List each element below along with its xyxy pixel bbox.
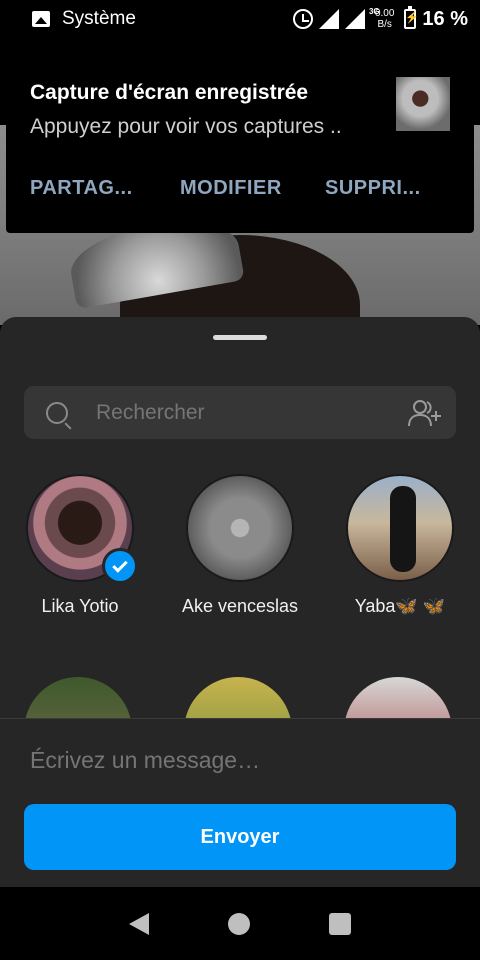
edit-button[interactable]: MODIFIER [180,177,325,200]
contact-lika-yotio[interactable]: Lika Yotio [0,474,160,617]
avatar [26,474,138,584]
alarm-icon [292,9,313,29]
status-left: Système [32,8,293,30]
network-label: 3G [368,7,380,16]
search-icon [46,401,68,424]
screenshot-thumbnail[interactable] [396,77,450,131]
drag-handle[interactable] [213,335,267,340]
avatar [346,474,454,582]
message-input[interactable] [30,747,450,774]
contact-name: Yaba🦋 🦋 [354,596,446,616]
add-people-icon[interactable] [408,399,442,427]
send-button[interactable]: Envoyer [24,804,456,870]
contact-name: Lika Yotio [41,596,119,616]
status-app-name: Système [62,8,136,29]
avatar [186,474,294,582]
status-right: 3G 0.00 B/s 16 % [292,6,468,31]
search-box[interactable] [24,386,456,439]
search-input[interactable] [96,400,396,425]
share-sheet: Lika Yotio Ake venceslas Yaba🦋 🦋 Envoyer [0,317,480,887]
battery-level: 16 % [422,7,468,30]
image-icon [32,11,50,27]
check-icon [102,548,138,584]
notification-actions: PARTAG... MODIFIER SUPPRI... [30,177,421,200]
notification-subtitle: Appuyez pour voir vos captures .. [30,115,342,138]
back-icon[interactable] [129,912,150,935]
net-speed-unit: B/s [377,19,392,30]
home-icon[interactable] [227,912,250,935]
signal-icon [318,9,339,29]
contact-yaba[interactable]: Yaba🦋 🦋 [320,474,480,617]
contact-ake-venceslas[interactable]: Ake venceslas [160,474,320,617]
contact-name: Ake venceslas [181,596,299,616]
status-bar: Système 3G 0.00 B/s 16 % [0,0,480,38]
battery-icon [404,6,419,29]
share-button[interactable]: PARTAG... [30,177,180,200]
notification-title: Capture d'écran enregistrée [30,81,309,104]
signal-3g-icon: 3G [344,7,380,29]
delete-button[interactable]: SUPPRI... [325,177,421,200]
compose-bar: Envoyer [0,718,480,887]
recents-icon[interactable] [328,912,351,935]
screenshot-notification[interactable]: Capture d'écran enregistrée Appuyez pour… [6,45,474,233]
navigation-bar [0,887,480,960]
